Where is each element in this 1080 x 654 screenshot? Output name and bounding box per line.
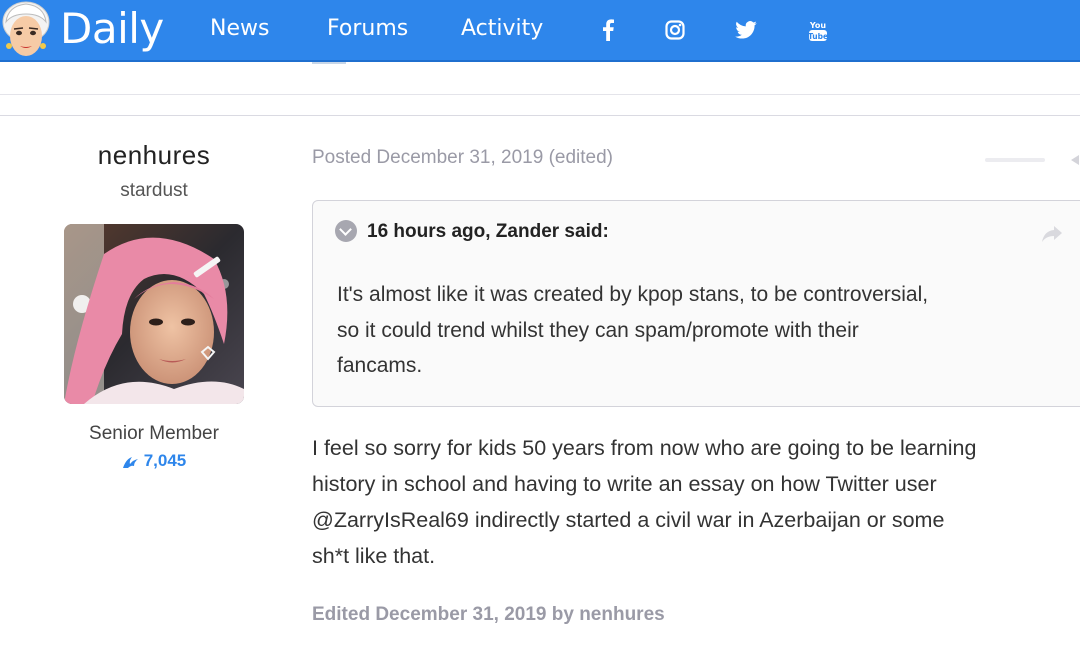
divider — [0, 94, 1080, 95]
nav-activity[interactable]: Activity — [461, 16, 543, 41]
post-body: I feel so sorry for kids 50 years from n… — [312, 430, 1077, 574]
svg-text:Tube: Tube — [808, 32, 828, 41]
quote-block: 16 hours ago, Zander said: It's almost l… — [312, 200, 1080, 407]
quote-citation[interactable]: 16 hours ago, Zander said: — [335, 220, 609, 243]
edited-note: Edited December 31, 2019 by nenhures — [312, 604, 665, 625]
nav-news[interactable]: News — [210, 16, 269, 41]
facebook-icon[interactable] — [596, 18, 620, 42]
youtube-icon[interactable]: You Tube — [806, 18, 830, 42]
quote-citation-text: 16 hours ago, Zander said: — [367, 221, 609, 242]
share-icon[interactable] — [985, 150, 1080, 170]
svg-text:You: You — [809, 21, 827, 30]
logo-avatar-icon[interactable] — [0, 0, 52, 64]
post-line: history in school and having to write an… — [312, 472, 937, 496]
tab-indicator — [312, 62, 346, 64]
quote-line: so it could trend whilst they can spam/p… — [337, 318, 859, 342]
author-title: stardust — [120, 180, 188, 201]
quote-line: fancams. — [337, 354, 423, 377]
post-timestamp[interactable]: Posted December 31, 2019 (edited) — [312, 147, 613, 169]
divider — [0, 115, 1080, 116]
member-rank: Senior Member — [89, 423, 219, 444]
site-logo-text[interactable]: Daily — [60, 4, 164, 53]
author-avatar[interactable] — [64, 224, 244, 404]
reputation-badge[interactable]: 7,045 — [64, 451, 244, 471]
post-line: I feel so sorry for kids 50 years from n… — [312, 436, 977, 460]
quote-line: It's almost like it was created by kpop … — [337, 283, 929, 306]
author-name[interactable]: nenhures — [64, 140, 244, 171]
post-line: @ZarryIsReal69 indirectly started a civi… — [312, 508, 945, 532]
reputation-icon — [122, 457, 138, 468]
post-line: sh*t like that. — [312, 544, 436, 568]
quote-link-icon[interactable] — [1041, 225, 1063, 243]
reputation-count: 7,045 — [143, 451, 187, 470]
quote-text: It's almost like it was created by kpop … — [337, 277, 1057, 384]
twitter-icon[interactable] — [734, 18, 758, 42]
instagram-icon[interactable] — [663, 18, 687, 42]
site-header: Daily News Forums Activity You Tube — [0, 0, 1080, 62]
post-tools[interactable] — [985, 150, 1080, 170]
chevron-down-icon[interactable] — [335, 220, 357, 242]
nav-forums[interactable]: Forums — [327, 16, 408, 41]
